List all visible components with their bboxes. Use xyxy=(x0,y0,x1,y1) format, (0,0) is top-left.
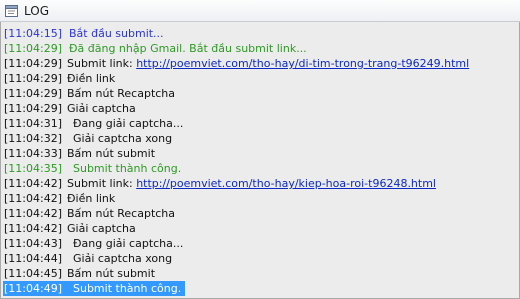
log-link[interactable]: http://poemviet.com/tho-hay/kiep-hoa-roi… xyxy=(136,177,436,190)
log-entry[interactable]: [11:04:31] Đang giải captcha... xyxy=(1,116,519,131)
log-message: Điền link xyxy=(67,71,115,86)
log-timestamp: [11:04:29] xyxy=(4,57,62,70)
log-entry[interactable]: [11:04:45] Bấm nút submit xyxy=(1,266,519,281)
log-timestamp: [11:04:29] xyxy=(4,42,62,55)
log-timestamp: [11:04:29] xyxy=(4,72,62,85)
log-entry[interactable]: [11:04:42] Điền link xyxy=(1,191,519,206)
log-timestamp: [11:04:32] xyxy=(4,132,62,145)
title-bar: LOG xyxy=(0,0,520,22)
log-entry[interactable]: [11:04:29] Submit link: http://poemviet.c… xyxy=(1,56,519,71)
log-message-text: Submit link: xyxy=(67,57,133,70)
log-entry[interactable]: [11:04:29] Điền link xyxy=(1,71,519,86)
log-message-text: Đang giải captcha... xyxy=(73,237,184,250)
log-message: Giải captcha xyxy=(67,221,136,236)
log-entry[interactable]: [11:04:44] Giải captcha xong xyxy=(1,251,519,266)
log-message: Submit link: http://poemviet.com/tho-hay… xyxy=(67,56,469,71)
log-timestamp: [11:04:35] xyxy=(4,162,62,175)
log-message-text: Đang giải captcha... xyxy=(73,117,184,130)
log-timestamp: [11:04:42] xyxy=(4,207,62,220)
log-timestamp: [11:04:31] xyxy=(4,117,62,130)
log-link[interactable]: http://poemviet.com/tho-hay/di-tim-trong… xyxy=(136,57,469,70)
window-icon xyxy=(2,0,20,22)
log-entry[interactable]: [11:04:32] Giải captcha xong xyxy=(1,131,519,146)
log-message: Bắt đầu submit... xyxy=(69,26,164,41)
log-message: Đang giải captcha... xyxy=(73,236,183,251)
log-message-text: Submit link: xyxy=(67,177,133,190)
log-message-text: Điền link xyxy=(67,72,116,85)
log-timestamp: [11:04:49] xyxy=(4,282,62,295)
log-entry[interactable]: [11:04:42] Giải captcha xyxy=(1,221,519,236)
log-message: Submit thành công. xyxy=(73,161,181,176)
log-message: Bấm nút submit xyxy=(67,266,155,281)
log-message: Submit thành công. xyxy=(73,281,181,296)
log-entry[interactable]: [11:04:29] Đã đăng nhập Gmail. Bắt đầu su… xyxy=(1,41,519,56)
log-timestamp: [11:04:29] xyxy=(4,87,62,100)
log-entry[interactable]: [11:04:42] Bấm nút Recaptcha xyxy=(1,206,519,221)
log-timestamp: [11:04:42] xyxy=(4,192,62,205)
log-entry[interactable]: [11:04:29] Bấm nút Recaptcha xyxy=(1,86,519,101)
log-timestamp: [11:04:33] xyxy=(4,147,62,160)
log-message-text: Submit thành công. xyxy=(73,162,182,175)
log-message: Bấm nút Recaptcha xyxy=(67,86,175,101)
log-entry[interactable]: [11:04:33] Bấm nút submit xyxy=(1,146,519,161)
log-message-text: Bấm nút Recaptcha xyxy=(67,87,176,100)
log-message-text: Đã đăng nhập Gmail. Bắt đầu submit link.… xyxy=(69,42,307,55)
log-message-text: Điền link xyxy=(67,192,116,205)
log-message-text: Giải captcha xong xyxy=(73,132,173,145)
log-message: Submit link: http://poemviet.com/tho-hay… xyxy=(67,176,436,191)
log-timestamp: [11:04:15] xyxy=(4,27,62,40)
log-entry[interactable]: [11:04:29] Giải captcha xyxy=(1,101,519,116)
log-message: Đã đăng nhập Gmail. Bắt đầu submit link.… xyxy=(69,41,307,56)
log-entry[interactable]: [11:04:42] Submit link: http://poemviet.c… xyxy=(1,176,519,191)
log-entry[interactable]: [11:04:35] Submit thành công. xyxy=(1,161,519,176)
log-message: Bấm nút Recaptcha xyxy=(67,206,175,221)
log-message: Bấm nút submit xyxy=(67,146,155,161)
log-message: Giải captcha xyxy=(67,101,136,116)
log-message-text: Bấm nút submit xyxy=(67,147,156,160)
log-message: Đang giải captcha... xyxy=(73,116,183,131)
log-message-text: Giải captcha xyxy=(67,222,136,235)
log-timestamp: [11:04:45] xyxy=(4,267,62,280)
log-message-text: Giải captcha xyxy=(67,102,136,115)
log-list[interactable]: [11:04:15] Bắt đầu submit... [11:04:29] Đã … xyxy=(0,22,520,299)
log-message-text: Giải captcha xong xyxy=(73,252,173,265)
log-entry[interactable]: [11:04:43] Đang giải captcha... xyxy=(1,236,519,251)
log-message: Giải captcha xong xyxy=(73,131,172,146)
log-timestamp: [11:04:43] xyxy=(4,237,62,250)
log-timestamp: [11:04:42] xyxy=(4,222,62,235)
window-title: LOG xyxy=(24,3,50,18)
log-timestamp: [11:04:44] xyxy=(4,252,62,265)
log-message-text: Bấm nút submit xyxy=(67,267,156,280)
log-timestamp: [11:04:42] xyxy=(4,177,62,190)
log-message: Giải captcha xong xyxy=(73,251,172,266)
log-message-text: Submit thành công. xyxy=(73,282,182,295)
log-timestamp: [11:04:29] xyxy=(4,102,62,115)
log-message-text: Bắt đầu submit... xyxy=(69,27,164,40)
log-entry[interactable]: [11:04:15] Bắt đầu submit... xyxy=(1,26,519,41)
log-entry[interactable]: [11:04:49] Submit thành công. xyxy=(1,281,519,296)
log-message-text: Bấm nút Recaptcha xyxy=(67,207,176,220)
log-message: Điền link xyxy=(67,191,115,206)
